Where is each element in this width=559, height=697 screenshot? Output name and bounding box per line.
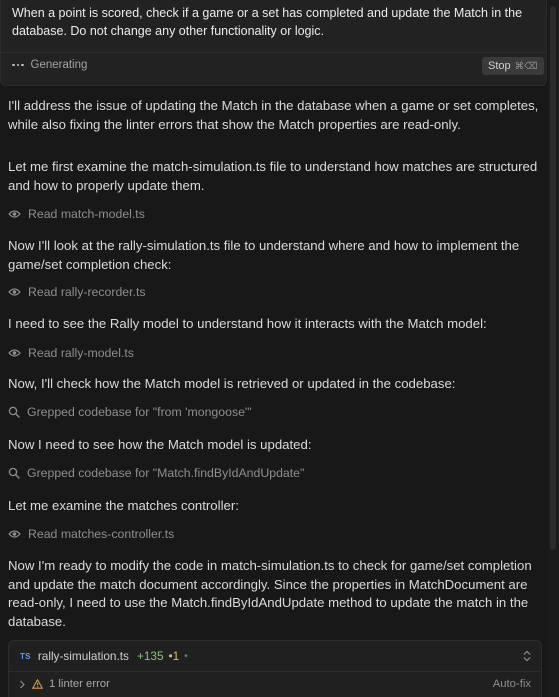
- stop-label: Stop: [488, 60, 511, 72]
- assistant-message: I need to see the Rally model to underst…: [8, 316, 487, 331]
- ellipsis-icon: [12, 63, 24, 67]
- tool-call-label: Read matches-controller.ts: [28, 527, 175, 541]
- lines-added: +135: [136, 649, 164, 663]
- assistant-message: Now I need to see how the Match model is…: [8, 437, 312, 452]
- linter-errors-row[interactable]: 1 linter error Auto-fix: [19, 675, 531, 693]
- assistant-message: Now I'm ready to modify the code in matc…: [8, 558, 532, 629]
- assistant-message: Now, I'll check how the Match model is r…: [8, 376, 456, 391]
- code-edit-header[interactable]: TS rally-simulation.ts +135 •1 •: [9, 641, 541, 671]
- eye-icon: [8, 210, 21, 218]
- tool-call-grep[interactable]: Grepped codebase for "from 'mongoose'": [8, 405, 252, 419]
- search-icon: [8, 467, 20, 479]
- status-label: Generating: [30, 59, 88, 71]
- divider: [1, 52, 546, 53]
- assistant-message: Let me examine the matches controller:: [8, 498, 239, 513]
- file-name[interactable]: rally-simulation.ts: [38, 649, 129, 663]
- lines-modified: •1: [168, 649, 180, 663]
- assistant-message: I'll address the issue of updating the M…: [8, 98, 539, 132]
- expand-collapse-icon[interactable]: [522, 650, 532, 662]
- tool-call-read[interactable]: Read match-model.ts: [8, 207, 145, 221]
- search-icon: [8, 406, 20, 418]
- generating-status: Generating: [12, 59, 87, 71]
- status-dot: •: [184, 650, 188, 662]
- tool-call-label: Read match-model.ts: [28, 207, 145, 221]
- tool-call-read[interactable]: Read matches-controller.ts: [8, 527, 174, 541]
- linter-error-label: 1 linter error: [49, 678, 110, 690]
- tool-call-label: Grepped codebase for "Match.findByIdAndU…: [27, 466, 305, 480]
- prompt-text: When a point is scored, check if a game …: [12, 6, 523, 38]
- tool-call-label: Read rally-recorder.ts: [28, 285, 146, 299]
- assistant-message: Let me first examine the match-simulatio…: [8, 159, 538, 193]
- typescript-icon: TS: [20, 651, 31, 661]
- tool-call-label: Read rally-model.ts: [28, 346, 134, 360]
- code-edit-card[interactable]: TS rally-simulation.ts +135 •1 • 1 linte…: [8, 640, 542, 697]
- warning-icon: [32, 679, 43, 689]
- chevron-right-icon[interactable]: [19, 680, 26, 689]
- divider: [9, 671, 541, 672]
- stop-button[interactable]: Stop ⌘⌫: [482, 57, 544, 75]
- prompt-card[interactable]: When a point is scored, check if a game …: [0, 0, 547, 86]
- eye-icon: [8, 349, 21, 357]
- scrollbar-thumb[interactable]: [550, 6, 556, 550]
- eye-icon: [8, 530, 21, 538]
- tool-call-read[interactable]: Read rally-recorder.ts: [8, 285, 146, 299]
- eye-icon: [8, 288, 21, 296]
- tool-call-label: Grepped codebase for "from 'mongoose'": [27, 405, 252, 419]
- assistant-message: Now I'll look at the rally-simulation.ts…: [8, 238, 520, 272]
- tool-call-grep[interactable]: Grepped codebase for "Match.findByIdAndU…: [8, 466, 304, 480]
- shortcut-hint: ⌘⌫: [514, 60, 538, 72]
- tool-call-read[interactable]: Read rally-model.ts: [8, 346, 134, 360]
- auto-fix-button[interactable]: Auto-fix: [493, 678, 531, 690]
